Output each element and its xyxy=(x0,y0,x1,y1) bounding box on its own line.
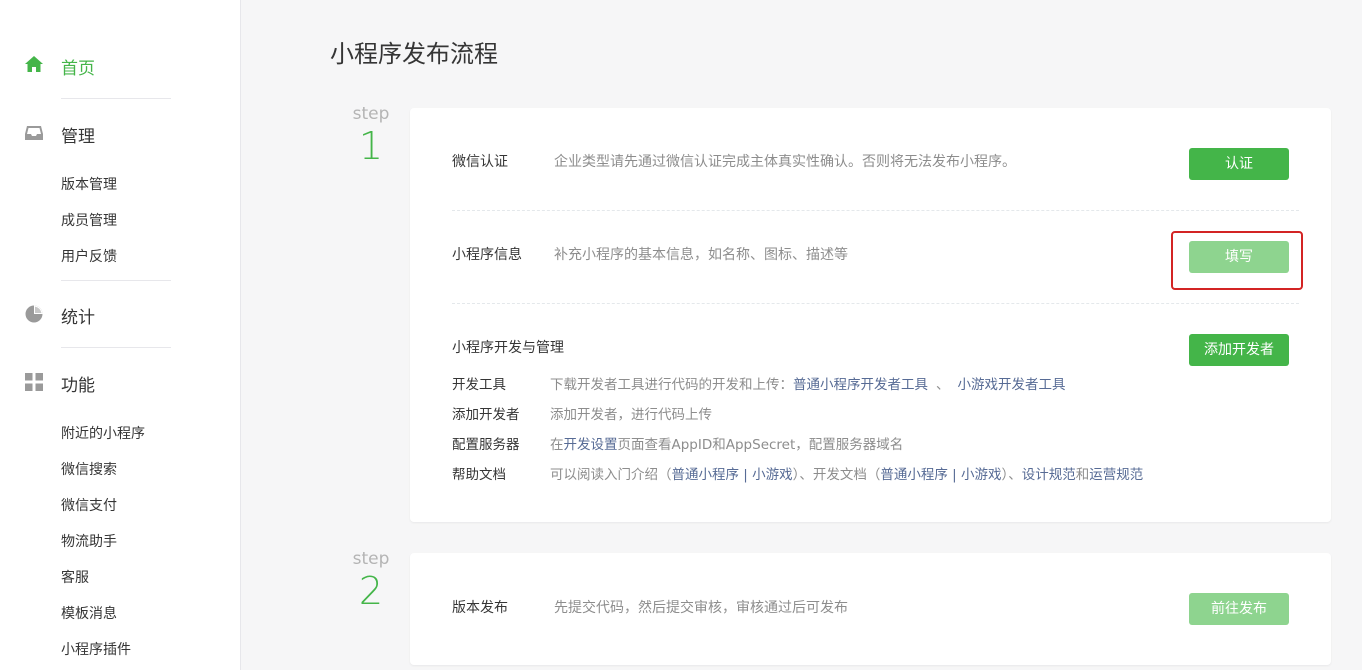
server-text-pre: 在 xyxy=(550,437,564,453)
devdoc-miniprogram-link[interactable]: 普通小程序 xyxy=(880,467,948,483)
dev-tools-label: 开发工具 xyxy=(452,377,506,393)
verify-button[interactable]: 认证 xyxy=(1189,148,1289,180)
nav-template-message[interactable]: 模板消息 xyxy=(61,603,117,623)
dev-settings-link[interactable]: 开发设置 xyxy=(564,437,618,453)
page-title: 小程序发布流程 xyxy=(330,40,498,68)
step-label: step xyxy=(352,549,390,569)
add-developer-button[interactable]: 添加开发者 xyxy=(1189,334,1289,366)
nav-customer-service[interactable]: 客服 xyxy=(61,567,89,587)
operation-guide-link[interactable]: 运营规范 xyxy=(1089,467,1143,483)
docs-text: ）、 xyxy=(1001,467,1022,483)
divider xyxy=(452,210,1299,211)
step-2-card: 版本发布 先提交代码，然后提交审核，审核通过后可发布 前往发布 xyxy=(410,553,1331,665)
info-label: 小程序信息 xyxy=(452,247,522,263)
step-1-card: 微信认证 企业类型请先通过微信认证完成主体真实性确认。否则将无法发布小程序。 认… xyxy=(410,108,1331,522)
inbox-icon xyxy=(25,126,43,140)
server-config-desc: 在开发设置页面查看AppID和AppSecret，配置服务器域名 xyxy=(550,433,903,453)
devdoc-minigame-link[interactable]: 小游戏 xyxy=(961,467,1002,483)
docs-desc: 可以阅读入门介绍（普通小程序 | 小游戏）、开发文档（普通小程序 | 小游戏）、… xyxy=(550,463,1143,483)
intro-minigame-link[interactable]: 小游戏 xyxy=(752,467,793,483)
minigame-devtools-link[interactable]: 小游戏开发者工具 xyxy=(958,377,1066,393)
nav-wechat-pay[interactable]: 微信支付 xyxy=(61,495,117,515)
separator: 、 xyxy=(936,377,950,393)
nav-wechat-search[interactable]: 微信搜索 xyxy=(61,459,117,479)
info-desc: 补充小程序的基本信息，如名称、图标、描述等 xyxy=(554,247,848,263)
intro-miniprogram-link[interactable]: 普通小程序 xyxy=(672,467,740,483)
publish-label: 版本发布 xyxy=(452,600,508,616)
dev-section-label: 小程序开发与管理 xyxy=(452,340,564,356)
home-icon xyxy=(25,56,43,72)
docs-text: ）、开发文档（ xyxy=(792,467,881,483)
server-config-label: 配置服务器 xyxy=(452,437,520,453)
go-publish-button[interactable]: 前往发布 xyxy=(1189,593,1289,625)
nav-features[interactable]: 功能 xyxy=(61,371,95,396)
divider xyxy=(61,280,171,281)
nav-nearby-miniprogram[interactable]: 附近的小程序 xyxy=(61,423,145,443)
add-dev-desc: 添加开发者，进行代码上传 xyxy=(550,407,712,423)
nav-logistics[interactable]: 物流助手 xyxy=(61,531,117,551)
docs-text: 可以阅读入门介绍（ xyxy=(550,467,672,483)
separator: | xyxy=(739,467,753,483)
verify-label: 微信认证 xyxy=(452,154,508,170)
add-dev-label: 添加开发者 xyxy=(452,407,520,423)
nav-version-manage[interactable]: 版本管理 xyxy=(61,174,117,194)
miniprogram-devtools-link[interactable]: 普通小程序开发者工具 xyxy=(793,377,928,393)
server-text-post: 页面查看AppID和AppSecret，配置服务器域名 xyxy=(617,437,904,453)
nav-user-feedback[interactable]: 用户反馈 xyxy=(61,246,117,266)
divider xyxy=(452,303,1299,304)
separator: | xyxy=(947,467,962,483)
step-number: 1 xyxy=(358,124,384,168)
docs-text: 和 xyxy=(1075,467,1090,483)
nav-member-manage[interactable]: 成员管理 xyxy=(61,210,117,230)
divider xyxy=(61,347,171,348)
highlight-box xyxy=(1171,231,1303,290)
dev-tools-text: 下载开发者工具进行代码的开发和上传： xyxy=(550,377,793,393)
step-number: 2 xyxy=(358,569,384,613)
step-label: step xyxy=(352,104,390,124)
grid-icon xyxy=(25,373,43,391)
divider xyxy=(61,98,171,99)
docs-label: 帮助文档 xyxy=(452,467,506,483)
nav-plugin[interactable]: 小程序插件 xyxy=(61,639,131,659)
design-guide-link[interactable]: 设计规范 xyxy=(1022,467,1076,483)
nav-stats[interactable]: 统计 xyxy=(61,303,95,328)
nav-manage[interactable]: 管理 xyxy=(61,122,95,147)
sidebar: 首页 管理 版本管理 成员管理 用户反馈 统计 功能 附近的小程序 微信搜索 微… xyxy=(0,0,241,670)
publish-desc: 先提交代码，然后提交审核，审核通过后可发布 xyxy=(554,600,848,616)
verify-desc: 企业类型请先通过微信认证完成主体真实性确认。否则将无法发布小程序。 xyxy=(554,154,1016,170)
pie-chart-icon xyxy=(25,305,43,323)
dev-tools-desc: 下载开发者工具进行代码的开发和上传：普通小程序开发者工具、小游戏开发者工具 xyxy=(550,373,1066,393)
nav-home[interactable]: 首页 xyxy=(61,54,95,79)
